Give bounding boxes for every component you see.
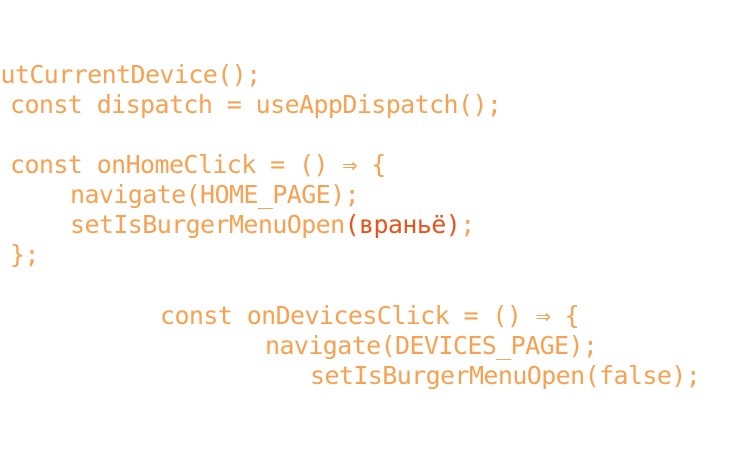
code-token-function-call: setIsBurgerMenuOpen	[70, 210, 345, 239]
code-line-set-burger-menu-home: setIsBurgerMenuOpen(враньё);	[70, 210, 475, 240]
code-line-navigate-devices: navigate(DEVICES_PAGE);	[265, 331, 598, 360]
code-token-semicolon: ;	[460, 210, 475, 239]
code-line-set-burger-menu-devices: setIsBurgerMenuOpen(false);	[310, 361, 701, 390]
code-card: outCurrentDevice(); const dispatch = use…	[0, 0, 742, 450]
code-line-on-devices-click: const onDevicesClick = () ⇒ {	[160, 301, 580, 330]
code-line-dispatch: const dispatch = useAppDispatch();	[10, 90, 502, 119]
code-line-navigate-home: navigate(HOME_PAGE);	[70, 180, 360, 209]
code-line-close-brace: };	[10, 240, 40, 269]
code-token-highlighted-argument: (враньё)	[344, 210, 461, 239]
code-line-get-current-device: outCurrentDevice();	[0, 60, 261, 89]
code-line-on-home-click: const onHomeClick = () ⇒ {	[10, 150, 386, 179]
